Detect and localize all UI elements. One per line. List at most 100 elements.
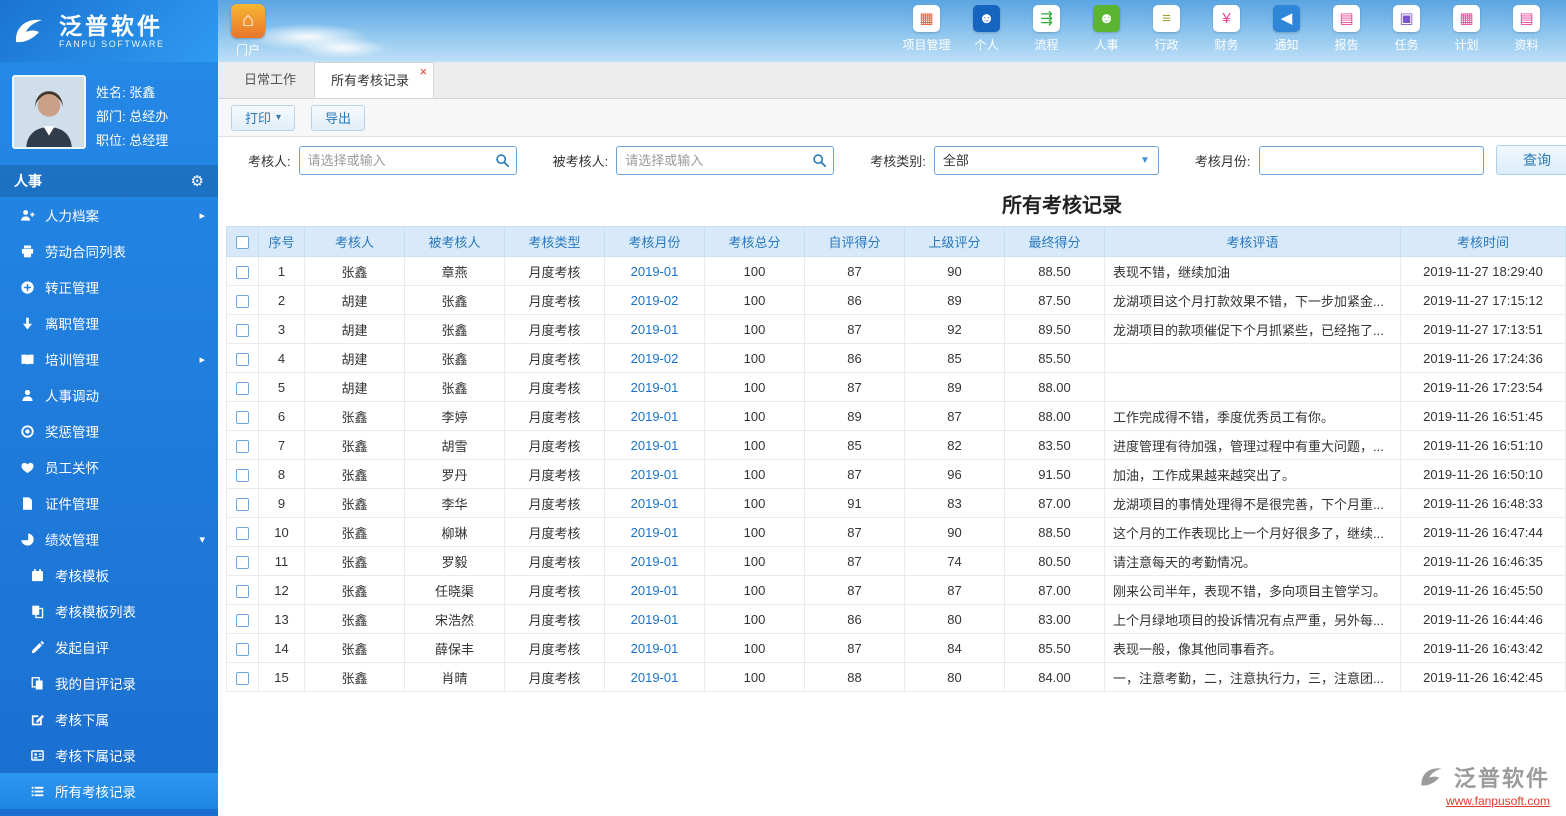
table-row[interactable]: 6 张鑫 李婷 月度考核 2019-01 100 89 87 88.00 工作完… xyxy=(226,401,1566,431)
assessment-month-link[interactable]: 2019-01 xyxy=(631,583,679,598)
row-checkbox[interactable] xyxy=(236,410,249,424)
sidebar-item-start-self-assessment[interactable]: 发起自评 xyxy=(0,629,218,665)
documents-icon xyxy=(30,676,45,691)
assessment-month-link[interactable]: 2019-01 xyxy=(631,496,679,511)
tab-all-assessment-records[interactable]: 所有考核记录 × xyxy=(314,62,435,98)
export-button[interactable]: 导出 xyxy=(311,104,366,131)
topnav-item[interactable]: ▤ 资料 xyxy=(1501,5,1552,53)
row-checkbox[interactable] xyxy=(236,352,249,366)
table-row[interactable]: 11 张鑫 罗毅 月度考核 2019-01 100 87 74 80.50 请注… xyxy=(226,546,1566,576)
table-row[interactable]: 13 张鑫 宋浩然 月度考核 2019-01 100 86 80 83.00 上… xyxy=(226,604,1566,634)
sidebar-item-assess-subordinates[interactable]: 考核下属 xyxy=(0,701,218,737)
search-icon[interactable] xyxy=(812,153,827,168)
row-checkbox[interactable] xyxy=(236,381,249,395)
sidebar-item-assessment-template[interactable]: 考核模板 xyxy=(0,557,218,593)
table-row[interactable]: 14 张鑫 薛保丰 月度考核 2019-01 100 87 84 85.50 表… xyxy=(226,633,1566,663)
table-row[interactable]: 5 胡建 张鑫 月度考核 2019-01 100 87 89 88.00 201… xyxy=(226,372,1566,402)
assessment-month-link[interactable]: 2019-01 xyxy=(631,612,679,627)
month-input[interactable] xyxy=(1258,145,1484,175)
sidebar-item-training[interactable]: 培训管理 ▸ xyxy=(0,341,218,377)
row-checkbox[interactable] xyxy=(236,294,249,308)
topnav-item[interactable]: ▦ 项目管理 xyxy=(901,5,952,53)
sidebar-item-hr-archive[interactable]: 人力档案 ▸ xyxy=(0,197,218,233)
select-all-checkbox[interactable] xyxy=(236,236,249,250)
row-checkbox[interactable] xyxy=(236,468,249,482)
topnav-item[interactable]: ◀ 通知 xyxy=(1261,5,1312,53)
assessment-month-link[interactable]: 2019-02 xyxy=(631,351,679,366)
sidebar-item-reward-punishment[interactable]: 奖惩管理 xyxy=(0,413,218,449)
close-icon[interactable]: × xyxy=(419,65,427,78)
query-button[interactable]: 查询 xyxy=(1496,145,1566,175)
table-row[interactable]: 4 胡建 张鑫 月度考核 2019-02 100 86 85 85.50 201… xyxy=(226,343,1566,373)
assessment-month-link[interactable]: 2019-01 xyxy=(631,264,679,279)
assessment-month-link[interactable]: 2019-01 xyxy=(631,525,679,540)
table-row[interactable]: 8 张鑫 罗丹 月度考核 2019-01 100 87 96 91.50 加油，… xyxy=(226,459,1566,489)
topnav-item[interactable]: ≡ 行政 xyxy=(1141,5,1192,53)
cell-total: 100 xyxy=(704,285,805,315)
row-checkbox[interactable] xyxy=(236,265,249,279)
topnav-item[interactable]: ☻ 个人 xyxy=(961,5,1012,53)
table-row[interactable]: 10 张鑫 柳琳 月度考核 2019-01 100 87 90 88.50 这个… xyxy=(226,517,1566,547)
topnav-item[interactable]: ⇶ 流程 xyxy=(1021,5,1072,53)
assessment-month-link[interactable]: 2019-01 xyxy=(631,322,679,337)
sidebar-item-subordinate-assessment-records[interactable]: 考核下属记录 xyxy=(0,737,218,773)
sidebar-item-all-assessment-records[interactable]: 所有考核记录 xyxy=(0,773,218,809)
sidebar-item-resignation[interactable]: 离职管理 xyxy=(0,305,218,341)
cell-time: 2019-11-26 16:47:44 xyxy=(1400,517,1566,547)
cell-self-score: 87 xyxy=(804,256,905,286)
row-checkbox[interactable] xyxy=(236,526,249,540)
search-icon[interactable] xyxy=(495,153,510,168)
sidebar-item-regularization[interactable]: 转正管理 xyxy=(0,269,218,305)
table-row[interactable]: 15 张鑫 肖晴 月度考核 2019-01 100 88 80 84.00 一，… xyxy=(226,662,1566,692)
table-row[interactable]: 1 张鑫 章燕 月度考核 2019-01 100 87 90 88.50 表现不… xyxy=(226,256,1566,286)
topnav-label: 计划 xyxy=(1454,38,1479,52)
sidebar-item-labor-contract-list[interactable]: 劳动合同列表 xyxy=(0,233,218,269)
row-checkbox[interactable] xyxy=(236,323,249,337)
table-row[interactable]: 7 张鑫 胡雪 月度考核 2019-01 100 85 82 83.50 进度管… xyxy=(226,430,1566,460)
table-row[interactable]: 9 张鑫 李华 月度考核 2019-01 100 91 83 87.00 龙湖项… xyxy=(226,488,1566,518)
cell-self-score: 91 xyxy=(804,488,905,518)
category-select[interactable]: 全部 ▼ xyxy=(933,145,1159,175)
gear-icon[interactable]: ⚙ xyxy=(191,172,204,190)
assessment-month-link[interactable]: 2019-01 xyxy=(631,641,679,656)
table-row[interactable]: 12 张鑫 任晓渠 月度考核 2019-01 100 87 87 87.00 刚… xyxy=(226,575,1566,605)
cell-final-score: 88.00 xyxy=(1004,372,1105,402)
sidebar-item-certificate[interactable]: 证件管理 xyxy=(0,485,218,521)
row-checkbox[interactable] xyxy=(236,497,249,511)
assessment-month-link[interactable]: 2019-01 xyxy=(631,438,679,453)
table-row[interactable]: 2 胡建 张鑫 月度考核 2019-02 100 86 89 87.50 龙湖项… xyxy=(226,285,1566,315)
sidebar-section-hr[interactable]: 人事 ⚙ xyxy=(0,165,218,197)
sidebar-item-employee-care[interactable]: 员工关怀 xyxy=(0,449,218,485)
topnav-item[interactable]: ¥ 财务 xyxy=(1201,5,1252,53)
topnav-item[interactable]: ▣ 任务 xyxy=(1381,5,1432,53)
assessment-month-link[interactable]: 2019-01 xyxy=(631,554,679,569)
assessment-month-link[interactable]: 2019-01 xyxy=(631,409,679,424)
assessment-month-link[interactable]: 2019-01 xyxy=(631,380,679,395)
row-checkbox[interactable] xyxy=(236,642,249,656)
assessment-month-link[interactable]: 2019-01 xyxy=(631,670,679,685)
assessment-month-link[interactable]: 2019-02 xyxy=(631,293,679,308)
topnav-item[interactable]: ▤ 报告 xyxy=(1321,5,1372,53)
print-button[interactable]: 打印 ▾ xyxy=(231,104,296,131)
assessee-input[interactable] xyxy=(616,145,835,175)
row-checkbox[interactable] xyxy=(236,439,249,453)
sidebar-item-personnel-transfer[interactable]: 人事调动 xyxy=(0,377,218,413)
col-seq: 序号 xyxy=(258,226,305,257)
sidebar-item-performance[interactable]: 绩效管理 ▾ xyxy=(0,521,218,557)
portal-nav-item[interactable]: ⌂ 门户 xyxy=(225,4,271,58)
assessor-input[interactable] xyxy=(298,145,517,175)
row-checkbox[interactable] xyxy=(236,584,249,598)
row-checkbox[interactable] xyxy=(236,613,249,627)
assessment-month-link[interactable]: 2019-01 xyxy=(631,467,679,482)
pie-chart-icon xyxy=(20,532,35,547)
topnav-item[interactable]: ☻ 人事 xyxy=(1081,5,1132,53)
table-row[interactable]: 3 胡建 张鑫 月度考核 2019-01 100 87 92 89.50 龙湖项… xyxy=(226,314,1566,344)
row-checkbox[interactable] xyxy=(236,555,249,569)
sidebar-item-assessment-template-list[interactable]: 考核模板列表 xyxy=(0,593,218,629)
cell-self-score: 87 xyxy=(804,517,905,547)
topnav-item[interactable]: ▦ 计划 xyxy=(1441,5,1492,53)
row-checkbox[interactable] xyxy=(236,671,249,685)
sidebar-item-my-self-assessment-records[interactable]: 我的自评记录 xyxy=(0,665,218,701)
tab-daily-work[interactable]: 日常工作 xyxy=(228,62,312,98)
topnav-item[interactable]: ▧ xyxy=(1561,5,1566,53)
